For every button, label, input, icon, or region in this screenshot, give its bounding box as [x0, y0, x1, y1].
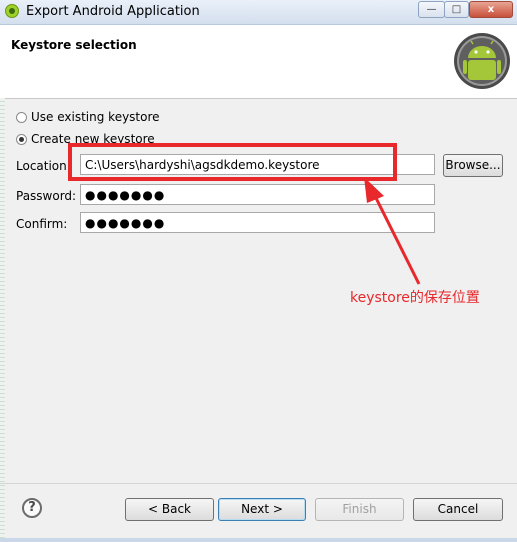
export-dialog: Export Android Application — □ x Keystor…: [0, 0, 517, 542]
annotation-text: keystore的保存位置: [350, 290, 480, 306]
maximize-button[interactable]: □: [444, 1, 469, 18]
password-input[interactable]: ●●●●●●●: [80, 184, 435, 205]
back-button[interactable]: < Back: [125, 498, 214, 521]
confirm-input[interactable]: ●●●●●●●: [80, 212, 435, 233]
use-existing-radio[interactable]: [16, 111, 27, 123]
help-icon[interactable]: ?: [22, 498, 42, 518]
use-existing-option[interactable]: Use existing keystore: [16, 109, 160, 125]
footer-separator: [0, 483, 517, 484]
page-title: Keystore selection: [11, 38, 137, 52]
confirm-label: Confirm:: [16, 217, 68, 231]
use-existing-label: Use existing keystore: [31, 110, 160, 124]
android-logo-icon: [454, 33, 510, 89]
create-new-radio[interactable]: [16, 133, 27, 145]
minimize-button[interactable]: —: [418, 1, 445, 18]
location-label: Location:: [16, 159, 71, 173]
password-label: Password:: [16, 189, 77, 203]
header-banner: Keystore selection: [0, 25, 517, 99]
next-button[interactable]: Next >: [218, 498, 306, 521]
close-button[interactable]: x: [469, 1, 513, 18]
window-bottom-border: [0, 538, 517, 542]
browse-button[interactable]: Browse...: [443, 154, 503, 177]
finish-button: Finish: [315, 498, 404, 521]
cancel-button[interactable]: Cancel: [413, 498, 503, 521]
title-bar[interactable]: Export Android Application — □ x: [0, 0, 517, 25]
annotation-highlight-box: [68, 143, 397, 181]
window-title: Export Android Application: [26, 4, 200, 19]
eclipse-app-icon: [5, 4, 19, 18]
left-edge-decoration: [0, 98, 5, 538]
